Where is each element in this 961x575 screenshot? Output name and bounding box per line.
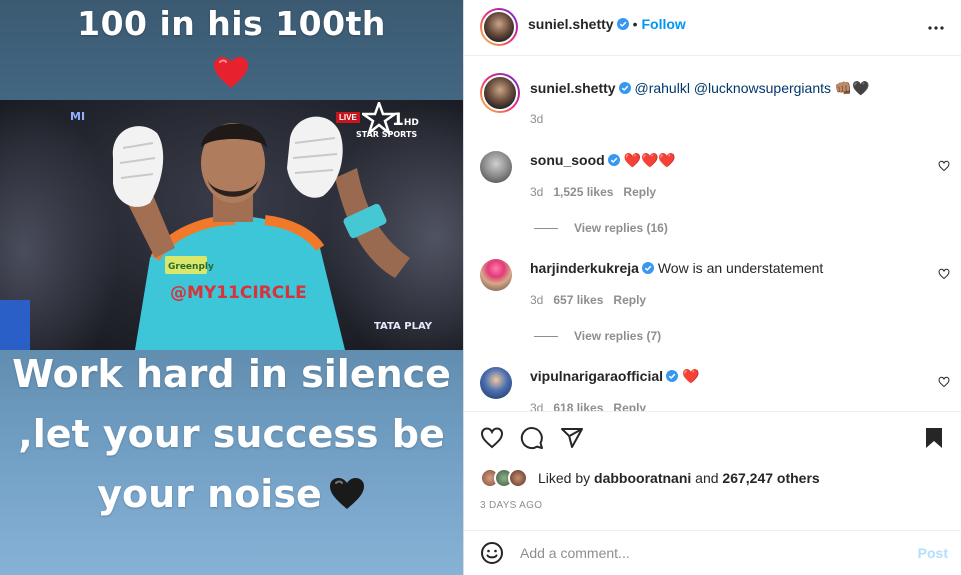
- broadcaster-watermark: TATA PLAY: [374, 321, 432, 332]
- channel-hd: HD: [403, 118, 419, 128]
- comment-time: 3d: [530, 185, 544, 199]
- caption-username[interactable]: suniel.shetty: [530, 80, 616, 96]
- post-comment-button[interactable]: Post: [918, 545, 948, 561]
- view-replies-button[interactable]: View replies (16): [534, 221, 668, 235]
- post-actions: Liked by dabbooratnani and 267,247 other…: [464, 411, 961, 543]
- author-avatar[interactable]: [480, 8, 518, 46]
- comment-time: 3d: [530, 401, 544, 411]
- comment-time: 3d: [530, 293, 544, 307]
- comment-likes[interactable]: 657 likes: [553, 293, 603, 307]
- commenter-avatar[interactable]: [480, 151, 512, 183]
- header-user-row: suniel.shetty • Follow: [528, 16, 686, 32]
- like-comment-heart-icon[interactable]: [938, 268, 950, 280]
- media-bottom-caption: Work hard in silence ,let your success b…: [0, 344, 463, 524]
- post-header: suniel.shetty • Follow: [464, 0, 961, 56]
- media-top-caption: 100 in his 100th: [77, 4, 386, 43]
- caption-emoji: 👊🏽🖤: [834, 80, 870, 96]
- comment-likes[interactable]: 1,525 likes: [553, 185, 613, 199]
- post-details-panel: suniel.shetty • Follow suniel.shetty @ra…: [463, 0, 961, 575]
- view-replies-label: View replies (7): [574, 329, 662, 343]
- comment-input[interactable]: [520, 543, 900, 563]
- comment-username[interactable]: sonu_sood: [530, 152, 605, 168]
- comment-text: vipulnarigaraofficial ❤️: [530, 367, 699, 385]
- verified-badge-icon: [618, 82, 631, 94]
- commenter-avatar[interactable]: [480, 259, 512, 291]
- follow-button[interactable]: Follow: [642, 16, 686, 32]
- verified-badge-icon: [607, 154, 620, 166]
- black-heart-icon: [329, 478, 364, 509]
- mi-logo: MI: [70, 110, 86, 123]
- like-comment-heart-icon[interactable]: [938, 376, 950, 388]
- liked-by-others[interactable]: 267,247 others: [722, 470, 819, 486]
- liker-avatar[interactable]: [508, 468, 528, 488]
- comment-meta: 3d 1,525 likes Reply: [530, 185, 656, 199]
- posted-time[interactable]: 3 DAYS AGO: [480, 500, 542, 511]
- red-heart-icon: [214, 57, 248, 88]
- commenter-avatar[interactable]: [480, 367, 512, 399]
- add-comment-bar: Post: [464, 530, 961, 575]
- like-comment-heart-icon[interactable]: [938, 160, 950, 172]
- verified-badge-icon: [616, 18, 629, 30]
- comment-username[interactable]: harjinderkukreja: [530, 260, 639, 276]
- header-username[interactable]: suniel.shetty: [528, 16, 614, 32]
- comment-text: sonu_sood ❤️❤️❤️: [530, 151, 676, 169]
- reply-button[interactable]: Reply: [613, 401, 646, 411]
- comment-body: ❤️: [681, 368, 700, 384]
- replies-line: [534, 336, 558, 338]
- reply-button[interactable]: Reply: [613, 293, 646, 307]
- caption-text: suniel.shetty @rahulkl @lucknowsupergian…: [530, 79, 870, 97]
- reply-button[interactable]: Reply: [623, 185, 656, 199]
- replies-line: [534, 228, 558, 230]
- comment-meta: 3d 618 likes Reply: [530, 401, 646, 411]
- blue-jersey-edge: [0, 300, 30, 350]
- svg-text:Greenply: Greenply: [168, 262, 214, 272]
- heart-icon[interactable]: [480, 426, 504, 450]
- channel-label: 1HD: [392, 110, 419, 130]
- svg-text:@MY11CIRCLE: @MY11CIRCLE: [170, 283, 307, 303]
- verified-badge-icon: [641, 262, 654, 274]
- liked-by-user[interactable]: dabbooratnani: [594, 470, 691, 486]
- verified-badge-icon: [666, 370, 679, 382]
- liker-avatars: [480, 468, 534, 488]
- comment-text: harjinderkukreja Wow is an understatemen…: [530, 259, 823, 277]
- comment-body: ❤️❤️❤️: [623, 152, 676, 168]
- player-photo: Greenply @MY11CIRCLE MI LIVE 1HD STAR SP…: [0, 100, 463, 350]
- player-illustration: Greenply @MY11CIRCLE: [112, 116, 410, 350]
- header-separator: •: [632, 16, 638, 32]
- comment-meta: 3d 657 likes Reply: [530, 293, 646, 307]
- share-icon[interactable]: [560, 426, 584, 450]
- comments-list[interactable]: suniel.shetty @rahulkl @lucknowsupergian…: [464, 57, 961, 411]
- channel-name: STAR SPORTS: [356, 130, 418, 139]
- live-badge: LIVE: [336, 112, 360, 123]
- caption-time: 3d: [530, 112, 544, 126]
- caption-author-avatar[interactable]: [480, 73, 520, 113]
- comment-likes[interactable]: 618 likes: [553, 401, 603, 411]
- bookmark-icon[interactable]: [922, 426, 946, 450]
- comment-username[interactable]: vipulnarigaraofficial: [530, 368, 663, 384]
- comment-icon[interactable]: [520, 426, 544, 450]
- channel-number: 1: [392, 110, 404, 130]
- media-bottom-caption-text: Work hard in silence ,let your success b…: [12, 352, 451, 516]
- emoji-icon[interactable]: [480, 541, 504, 565]
- view-replies-button[interactable]: View replies (7): [534, 329, 661, 343]
- view-replies-label: View replies (16): [574, 221, 668, 235]
- liked-by-row: Liked by dabbooratnani and 267,247 other…: [480, 468, 820, 488]
- comment-body: Wow is an understatement: [657, 260, 824, 276]
- liked-by-prefix: Liked by: [538, 470, 591, 486]
- caption-mentions[interactable]: @rahulkl @lucknowsupergiants: [634, 80, 831, 96]
- post-media[interactable]: 100 in his 100th Greenply @MY11CIRCLE MI…: [0, 0, 463, 575]
- more-options-icon[interactable]: [926, 18, 946, 38]
- liked-by-and: and: [695, 470, 719, 486]
